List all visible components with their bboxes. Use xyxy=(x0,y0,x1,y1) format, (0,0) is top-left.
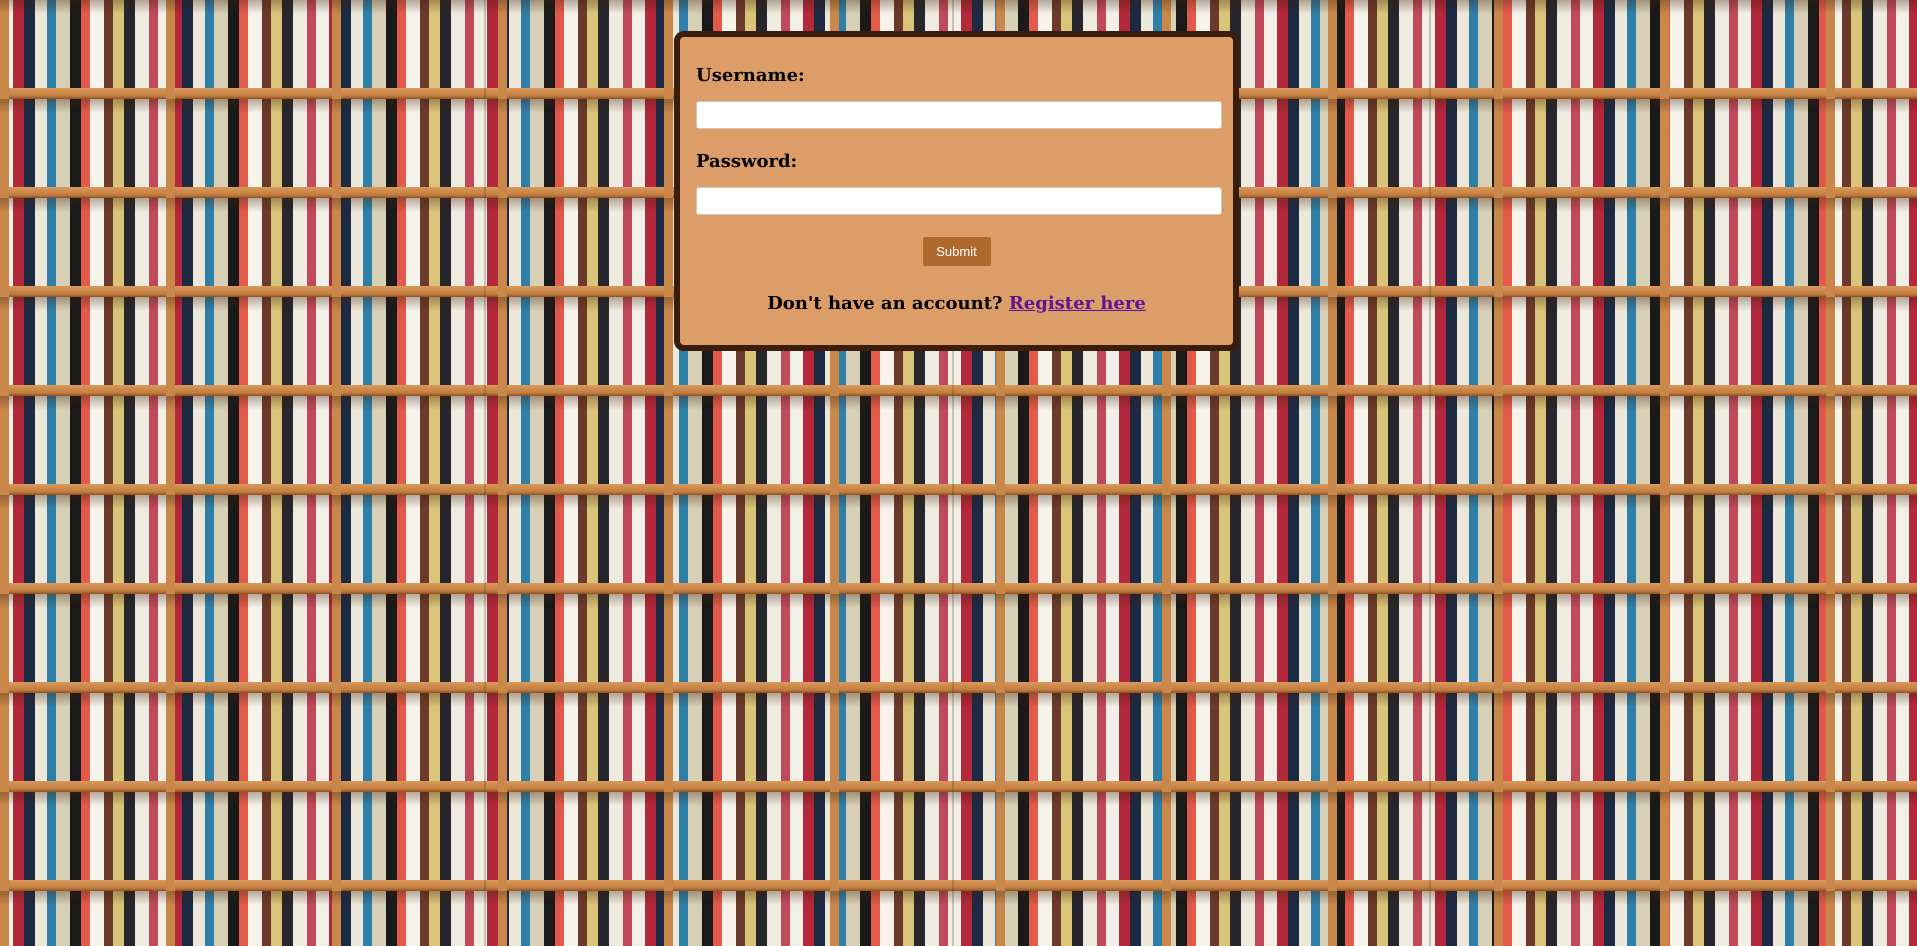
login-form: Username: Password: Submit Don't have an… xyxy=(674,31,1239,351)
username-label: Username: xyxy=(696,65,805,86)
register-prompt-row: Don't have an account? Register here xyxy=(696,293,1217,315)
password-input[interactable] xyxy=(696,187,1222,215)
register-prompt-text: Don't have an account? xyxy=(767,293,1009,314)
password-label: Password: xyxy=(696,151,798,172)
register-link[interactable]: Register here xyxy=(1009,293,1146,314)
background-tile-seam xyxy=(484,0,486,946)
background-tile-seam xyxy=(1429,0,1431,946)
username-input[interactable] xyxy=(696,101,1222,129)
submit-button[interactable]: Submit xyxy=(922,237,991,266)
submit-row: Submit xyxy=(696,237,1217,267)
